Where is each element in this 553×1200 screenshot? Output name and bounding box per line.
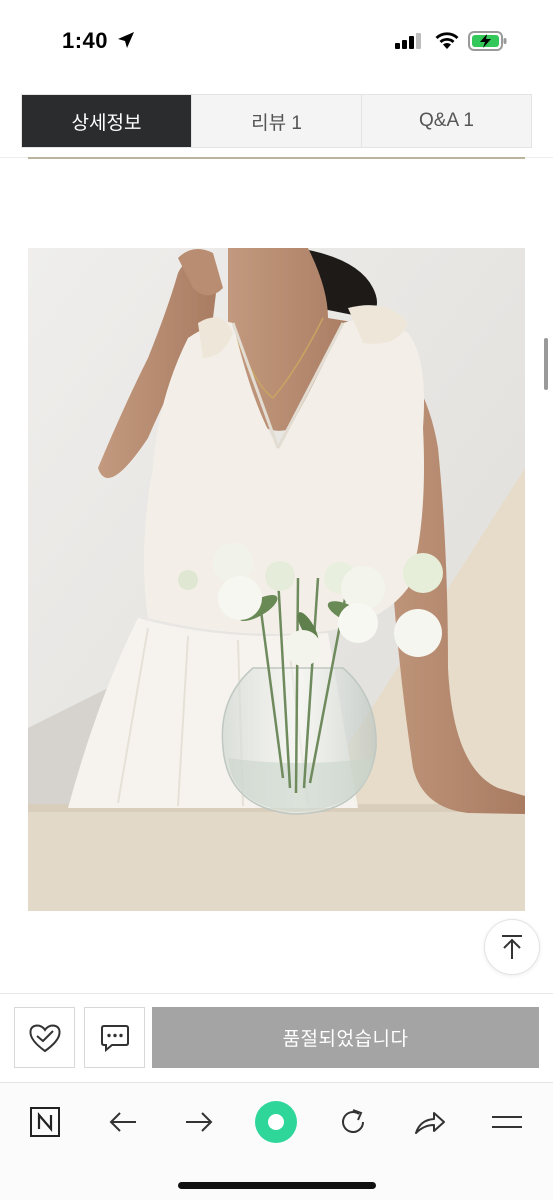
wifi-icon	[435, 32, 459, 49]
chat-bubble-icon	[100, 1024, 129, 1052]
back-button[interactable]	[101, 1100, 145, 1144]
tab-reviews[interactable]: 리뷰 1	[192, 95, 362, 147]
reload-button[interactable]	[331, 1100, 375, 1144]
reload-icon	[342, 1109, 364, 1133]
wishlist-button[interactable]	[14, 1007, 75, 1068]
arrow-up-to-top-icon	[502, 935, 522, 959]
share-button[interactable]	[408, 1100, 452, 1144]
scroll-to-top-button[interactable]	[484, 919, 540, 975]
home-indicator[interactable]	[178, 1182, 376, 1189]
share-icon	[415, 1112, 445, 1134]
status-bar: 1:40	[0, 0, 553, 80]
cellular-signal-icon	[395, 33, 421, 49]
naver-logo-icon	[30, 1107, 60, 1137]
content-divider	[28, 157, 525, 159]
tab-detail-info[interactable]: 상세정보	[22, 95, 192, 147]
location-arrow-icon	[118, 32, 134, 48]
heart-check-icon	[28, 1023, 61, 1052]
forward-arrow-icon	[186, 1112, 213, 1132]
scroll-indicator[interactable]	[544, 338, 548, 390]
talk-button[interactable]	[84, 1007, 145, 1068]
product-photo-image	[28, 248, 525, 911]
status-time: 1:40	[62, 28, 109, 53]
tab-qna[interactable]: Q&A 1	[362, 95, 531, 147]
menu-icon	[492, 1116, 522, 1128]
menu-button[interactable]	[485, 1100, 529, 1144]
sold-out-button[interactable]: 품절되었습니다	[152, 1007, 539, 1068]
green-dot-icon	[255, 1101, 297, 1143]
product-photo	[28, 248, 525, 911]
naver-home-button[interactable]	[23, 1100, 67, 1144]
back-arrow-icon	[109, 1112, 136, 1132]
forward-button[interactable]	[177, 1100, 221, 1144]
green-dot-button[interactable]	[254, 1100, 298, 1144]
purchase-bar: 품절되었습니다	[0, 993, 553, 1081]
product-tab-bar: 상세정보 리뷰 1 Q&A 1	[21, 94, 532, 148]
battery-charging-icon	[468, 31, 507, 51]
